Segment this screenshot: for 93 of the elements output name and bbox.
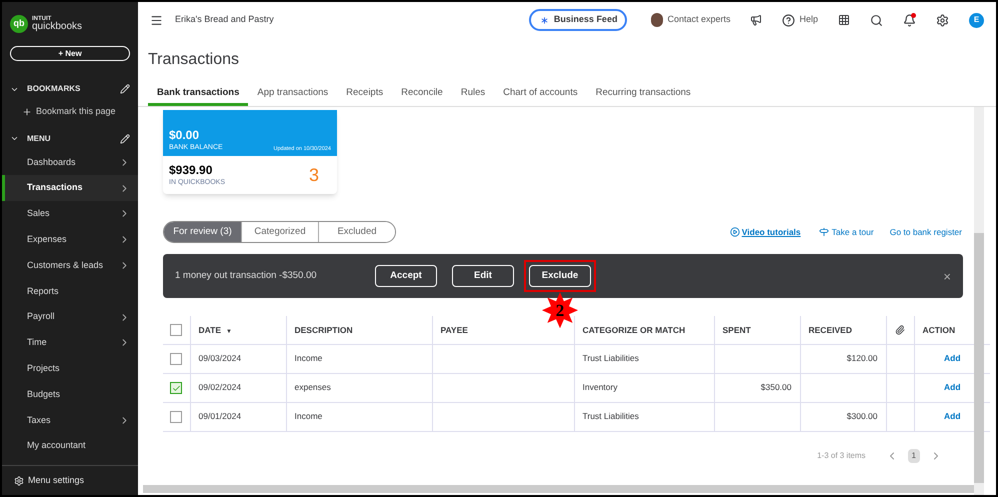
menu-settings-link[interactable]: Menu settings <box>28 474 84 488</box>
signpost-icon <box>818 227 829 238</box>
help-link[interactable]: Help <box>799 13 818 27</box>
bank-register-link[interactable]: Go to bank register <box>890 226 962 239</box>
avatar-icon <box>651 13 664 27</box>
help-icon[interactable] <box>782 14 796 26</box>
table-cell: Trust Liabilities <box>574 344 714 374</box>
page-number[interactable]: 1 <box>908 448 920 463</box>
row-checkbox[interactable] <box>170 382 182 394</box>
table-cell: 09/02/2024 <box>190 373 286 402</box>
contact-experts-link[interactable]: Contact experts <box>667 13 730 27</box>
table-cell: Income <box>286 402 432 432</box>
search-icon[interactable] <box>870 14 883 26</box>
section-heading: BOOKMARKS <box>27 83 82 95</box>
pagination-summary: 1-3 of 3 items <box>817 450 866 462</box>
table-cell: $120.00 <box>800 344 886 374</box>
sidebar-item[interactable]: Projects <box>2 356 138 382</box>
pending-count: 3 <box>308 164 319 187</box>
collapse-chevron-icon[interactable] <box>10 134 19 143</box>
annotation-starburst: 2 <box>542 292 578 328</box>
table-cell: Income <box>286 344 432 374</box>
notifications-icon[interactable] <box>903 14 916 26</box>
table-cell: Inventory <box>574 373 714 402</box>
page-title: Transactions <box>147 50 240 70</box>
table-cell: $350.00 <box>714 373 800 402</box>
edit-icon[interactable] <box>120 134 130 144</box>
table-cell: expenses <box>286 373 432 402</box>
table-cell: 09/01/2024 <box>190 402 286 432</box>
add-link[interactable]: Add <box>944 353 961 364</box>
plus-icon <box>22 106 32 117</box>
quickbooks-logo-icon: qb <box>10 15 28 33</box>
sidebar-item[interactable]: Time <box>2 330 138 356</box>
column-header[interactable]: SPENT <box>714 316 800 344</box>
tab[interactable]: Bank transactions <box>148 86 248 106</box>
settings-icon[interactable] <box>936 14 949 26</box>
action-button[interactable]: Edit <box>452 265 514 288</box>
section-heading: MENU <box>27 132 52 144</box>
bank-balance-amount: $0.00 <box>169 128 200 143</box>
column-header[interactable]: RECEIVED <box>800 316 886 344</box>
add-link[interactable]: Add <box>944 411 961 422</box>
tab[interactable]: App transactions <box>248 86 338 106</box>
sidebar-item[interactable]: Payroll <box>2 304 138 330</box>
check-icon <box>172 384 181 393</box>
tab[interactable]: Recurring transactions <box>586 86 700 106</box>
column-header[interactable]: DESCRIPTION <box>286 316 432 344</box>
vertical-scrollbar[interactable] <box>974 107 984 495</box>
user-avatar[interactable]: E <box>969 12 984 28</box>
sidebar-item[interactable]: Taxes <box>2 407 138 434</box>
play-icon <box>730 227 740 238</box>
tab[interactable]: Chart of accounts <box>494 86 587 106</box>
horizontal-scrollbar[interactable] <box>143 485 974 493</box>
sidebar-item[interactable]: Dashboards <box>2 150 138 176</box>
apps-grid-icon[interactable] <box>838 14 850 26</box>
table-cell: $300.00 <box>800 402 886 432</box>
sidebar-item[interactable]: Reports <box>2 278 138 304</box>
table-cell: Trust Liabilities <box>574 402 714 432</box>
sidebar-item[interactable]: Transactions <box>2 175 138 202</box>
company-name: Erika's Bread and Pastry <box>175 13 275 26</box>
new-button[interactable]: + New <box>10 46 130 61</box>
row-checkbox[interactable] <box>170 353 182 366</box>
tab[interactable]: Receipts <box>337 86 392 106</box>
column-header[interactable]: PAYEE <box>432 316 574 344</box>
tab[interactable]: Reconcile <box>392 86 452 106</box>
close-button[interactable]: × <box>943 266 951 286</box>
business-feed-button[interactable]: Business Feed <box>528 9 628 31</box>
video-tutorials-link[interactable]: Video tutorials <box>742 226 801 239</box>
sidebar-item[interactable]: Customers & leads <box>2 252 138 278</box>
brand-name: quickbooks <box>32 22 82 32</box>
filter-tab[interactable]: Excluded <box>318 222 395 242</box>
quickbooks-balance-amount: $939.90 <box>169 162 214 178</box>
megaphone-icon[interactable] <box>750 14 762 26</box>
take-a-tour-link[interactable]: Take a tour <box>832 226 874 239</box>
column-header[interactable]: CATEGORIZE OR MATCH <box>574 316 714 344</box>
table-cell: 09/03/2024 <box>190 344 286 374</box>
edit-icon[interactable] <box>120 84 130 94</box>
selection-summary: 1 money out transaction -$350.00 <box>175 269 318 284</box>
select-all-checkbox[interactable] <box>170 324 182 336</box>
sidebar-item[interactable]: Budgets <box>2 382 138 408</box>
menu-icon[interactable] <box>150 14 163 26</box>
sidebar-item[interactable]: Sales <box>2 201 138 227</box>
settings-icon <box>14 476 24 486</box>
tab[interactable]: Rules <box>452 86 494 106</box>
action-button[interactable]: Accept <box>375 265 437 288</box>
column-header[interactable]: ACTION <box>914 316 990 344</box>
sidebar-item[interactable]: My accountant <box>2 433 138 460</box>
bookmark-link[interactable]: Bookmark this page <box>2 105 138 118</box>
action-button[interactable]: Exclude <box>529 265 591 288</box>
sidebar-item[interactable]: Expenses <box>2 226 138 253</box>
row-checkbox[interactable] <box>170 411 182 424</box>
attachment-icon <box>895 325 905 336</box>
sparkle-icon <box>538 14 550 26</box>
add-link[interactable]: Add <box>944 382 961 392</box>
filter-tab[interactable]: For review (3) <box>164 222 241 242</box>
